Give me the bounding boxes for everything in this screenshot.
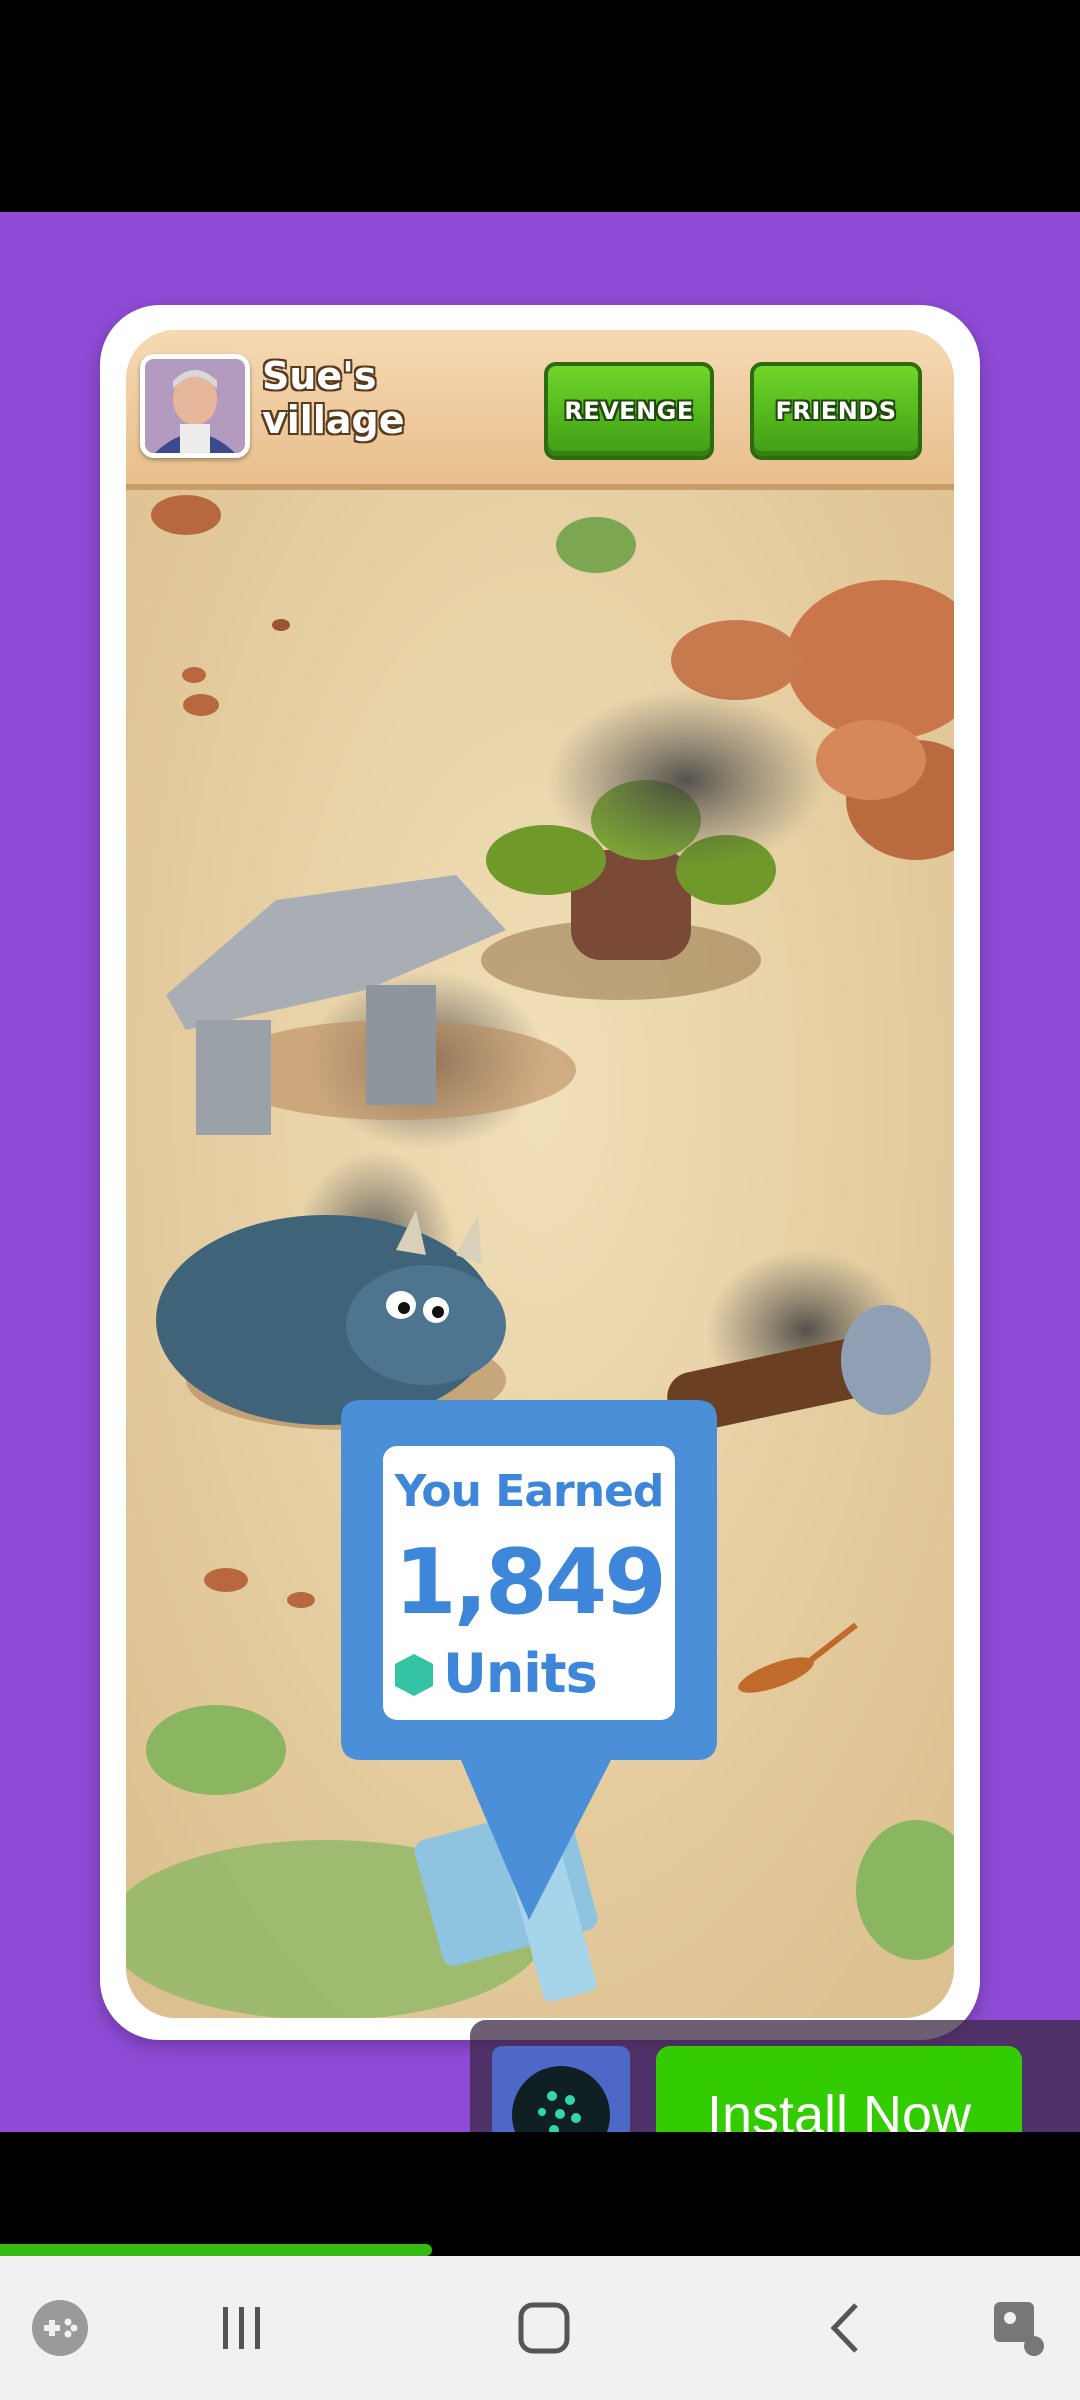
recent-apps-icon[interactable]	[182, 2256, 302, 2400]
game-header: Sue's village REVENGE FRIENDS	[126, 330, 954, 490]
earned-card: You Earned 1,849 Units	[383, 1446, 675, 1720]
village-name: Sue's village	[262, 354, 405, 442]
top-black-bar	[0, 0, 1080, 212]
units-hexagon-icon	[395, 1654, 433, 1696]
screen-root: Sue's village REVENGE FRIENDS You Earned…	[0, 0, 1080, 2400]
friends-button[interactable]: FRIENDS	[750, 362, 922, 460]
ad-progress-fill	[0, 2244, 432, 2256]
player-avatar[interactable]	[140, 354, 250, 458]
avatar-portrait-image	[145, 359, 245, 453]
bottom-black-bar	[0, 2132, 1080, 2256]
revenge-button[interactable]: REVENGE	[544, 362, 714, 460]
game-launcher-icon[interactable]	[0, 2256, 120, 2400]
screen-assist-icon[interactable]	[960, 2256, 1080, 2400]
earned-title: You Earned	[394, 1466, 665, 1517]
earned-bubble: You Earned 1,849 Units	[341, 1400, 717, 1920]
earned-value: 1,849	[394, 1530, 667, 1635]
system-nav-bar	[0, 2256, 1080, 2400]
back-icon[interactable]	[786, 2256, 906, 2400]
earned-units-label: Units	[443, 1642, 598, 1705]
home-icon[interactable]	[484, 2256, 604, 2400]
ad-progress-track	[0, 2244, 1080, 2256]
